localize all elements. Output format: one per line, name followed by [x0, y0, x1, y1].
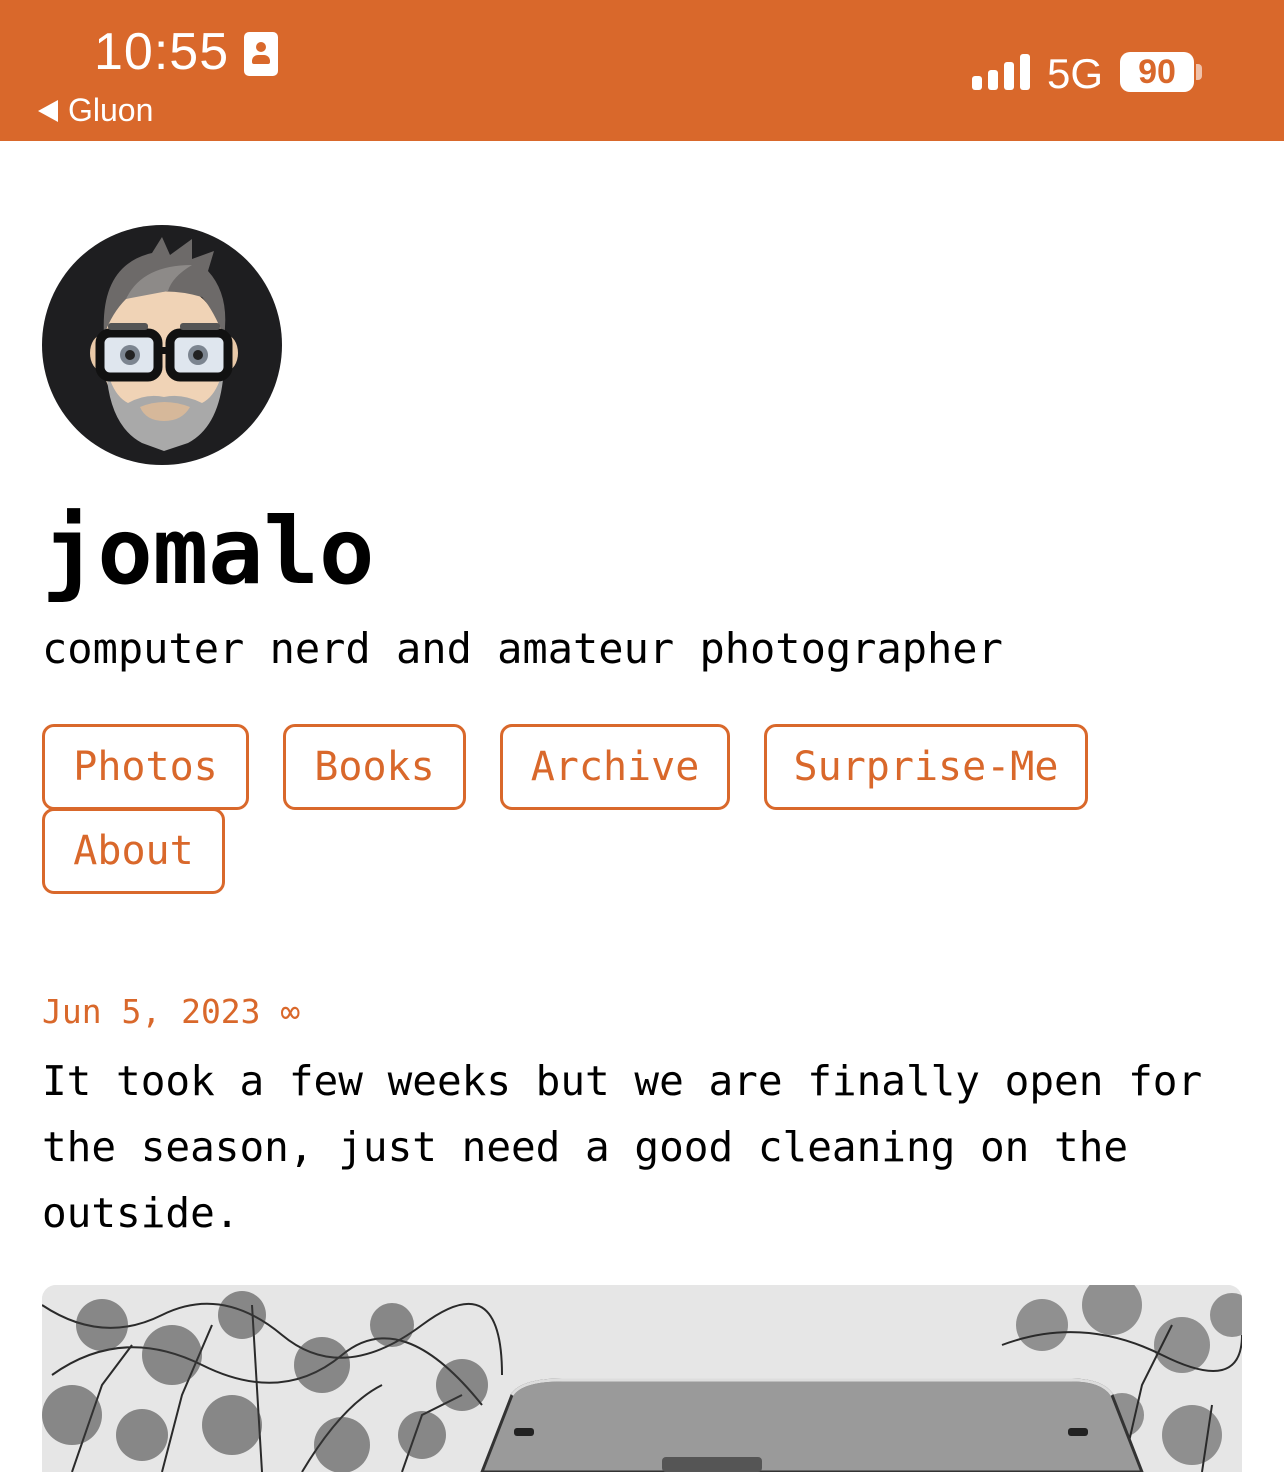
post-text: It took a few weeks but we are finally o…	[42, 1057, 1203, 1237]
post-date-permalink[interactable]: Jun 5, 2023 ∞	[42, 992, 300, 1031]
battery-level: 90	[1138, 53, 1176, 91]
contact-card-icon	[244, 32, 278, 76]
memoji-avatar-icon	[90, 237, 238, 451]
nav-books-button[interactable]: Books	[283, 724, 466, 810]
profile-tagline: computer nerd and amateur photographer	[42, 624, 1003, 673]
avatar	[42, 225, 282, 465]
nav-about-button[interactable]: About	[42, 808, 225, 894]
nav-surprise-me-button[interactable]: Surprise-Me	[764, 724, 1088, 810]
back-to-app-link[interactable]: Gluon	[38, 92, 153, 129]
battery-tip	[1196, 64, 1202, 80]
status-bar: 10:55 Gluon 5G 90	[0, 0, 1284, 141]
photo-trailer-icon	[42, 1285, 1242, 1472]
post-photo[interactable]	[42, 1285, 1242, 1472]
battery-icon: 90	[1120, 52, 1194, 92]
back-app-label: Gluon	[68, 92, 154, 128]
profile-name: jomalo	[42, 498, 375, 605]
cellular-signal-icon	[972, 54, 1030, 90]
nav-photos-button[interactable]: Photos	[42, 724, 249, 810]
nav-archive-button[interactable]: Archive	[500, 724, 730, 810]
back-arrow-icon	[38, 99, 58, 122]
network-type: 5G	[1047, 50, 1104, 97]
status-time: 10:55	[94, 23, 230, 81]
